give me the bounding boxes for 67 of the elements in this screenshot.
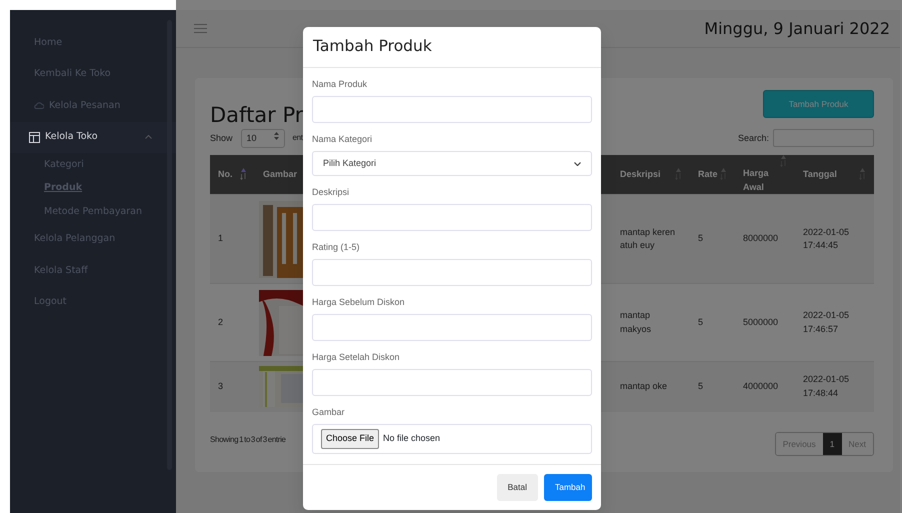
table-cell: 5 — [698, 381, 704, 391]
table-cell: 2022-01-05 17:44:45 — [803, 226, 850, 250]
sort-icon[interactable] — [859, 168, 866, 180]
field-label: Rating (1-5) — [312, 240, 361, 254]
entries-info: Showing 1 to 3 of 3 entrie — [210, 434, 286, 446]
chevron-icon[interactable] — [145, 135, 152, 140]
date-text: Minggu, 9 Januari 2022 — [704, 18, 890, 40]
field-label: Gambar — [312, 406, 346, 419]
table-cell: mantap makyos — [620, 310, 652, 334]
column-header[interactable]: Tanggal — [803, 168, 837, 182]
table-cell: mantap oke — [620, 381, 668, 391]
table-cell: 3 — [218, 381, 224, 391]
input-field[interactable] — [312, 204, 592, 231]
menu-link[interactable]: Kelola Staff — [34, 264, 88, 278]
entries-label: ent — [292, 132, 303, 144]
layout-icon — [29, 132, 40, 143]
menu-link[interactable]: Logout — [34, 295, 67, 310]
field-label: Nama Kategori — [312, 132, 374, 146]
pagination-button[interactable]: 1 — [822, 432, 842, 456]
chevron-icon — [574, 162, 581, 166]
table-cell: 1 — [218, 233, 224, 244]
table-cell: 2 — [218, 316, 224, 327]
submit-button[interactable]: Tambah — [544, 474, 592, 501]
caret-icon — [274, 132, 279, 140]
show-label: Show — [210, 132, 233, 144]
table-cell: 5000000 — [743, 316, 778, 327]
field-label: Harga Sebelum Diskon — [312, 296, 406, 309]
menu-link[interactable]: Kategori — [44, 158, 84, 172]
field-label: Nama Produk — [312, 78, 368, 91]
sort-icon[interactable] — [240, 168, 247, 180]
column-header[interactable]: Deskripsi — [620, 168, 660, 182]
cloud-icon — [34, 102, 44, 110]
page-title: Daftar Pr — [210, 102, 304, 129]
search-label: Search: — [738, 132, 769, 144]
sort-icon[interactable] — [780, 155, 787, 167]
menu-link[interactable]: Kelola Pesanan — [49, 98, 120, 113]
table-cell: 4000000 — [743, 381, 778, 391]
input-field[interactable] — [312, 369, 592, 396]
menu-icon[interactable] — [194, 24, 207, 33]
column-header[interactable]: No. — [218, 168, 232, 182]
table-cell: mantap keren atuh euy — [620, 226, 676, 250]
table-cell: 2022-01-05 17:46:57 — [803, 310, 850, 334]
category-select[interactable]: Pilih Kategori — [312, 151, 592, 176]
input-field[interactable] — [312, 96, 592, 123]
menu-link[interactable]: Home — [34, 36, 62, 50]
sort-icon[interactable] — [675, 168, 682, 180]
sort-icon[interactable] — [720, 168, 727, 180]
choose-file-button[interactable]: Choose File — [321, 429, 380, 449]
cancel-button[interactable]: Batal — [496, 474, 538, 501]
menu-link[interactable]: Kembali Ke Toko — [34, 67, 111, 82]
input-field[interactable] — [312, 314, 592, 341]
modal-title: Tambah Produk — [313, 36, 432, 58]
menu-link[interactable]: Kelola Toko — [45, 130, 98, 144]
menu-link[interactable]: Produk — [44, 181, 82, 196]
field-label: Harga Setelah Diskon — [312, 350, 401, 364]
column-header[interactable]: Rate — [698, 168, 718, 182]
menu-link[interactable]: Kelola Pelanggan — [34, 232, 116, 246]
field-label: Deskripsi — [312, 186, 350, 199]
file-status: No file chosen — [383, 432, 440, 446]
input-field[interactable] — [312, 259, 592, 286]
table-cell: 5 — [698, 316, 704, 327]
table-cell: 2022-01-05 17:48:44 — [803, 374, 850, 398]
table-cell: 5 — [698, 233, 704, 244]
page-length-select[interactable]: 10 — [240, 128, 285, 148]
search-field[interactable] — [773, 129, 874, 148]
menu-link[interactable]: Metode Pembayaran — [44, 204, 142, 219]
table-cell: 8000000 — [743, 233, 778, 244]
